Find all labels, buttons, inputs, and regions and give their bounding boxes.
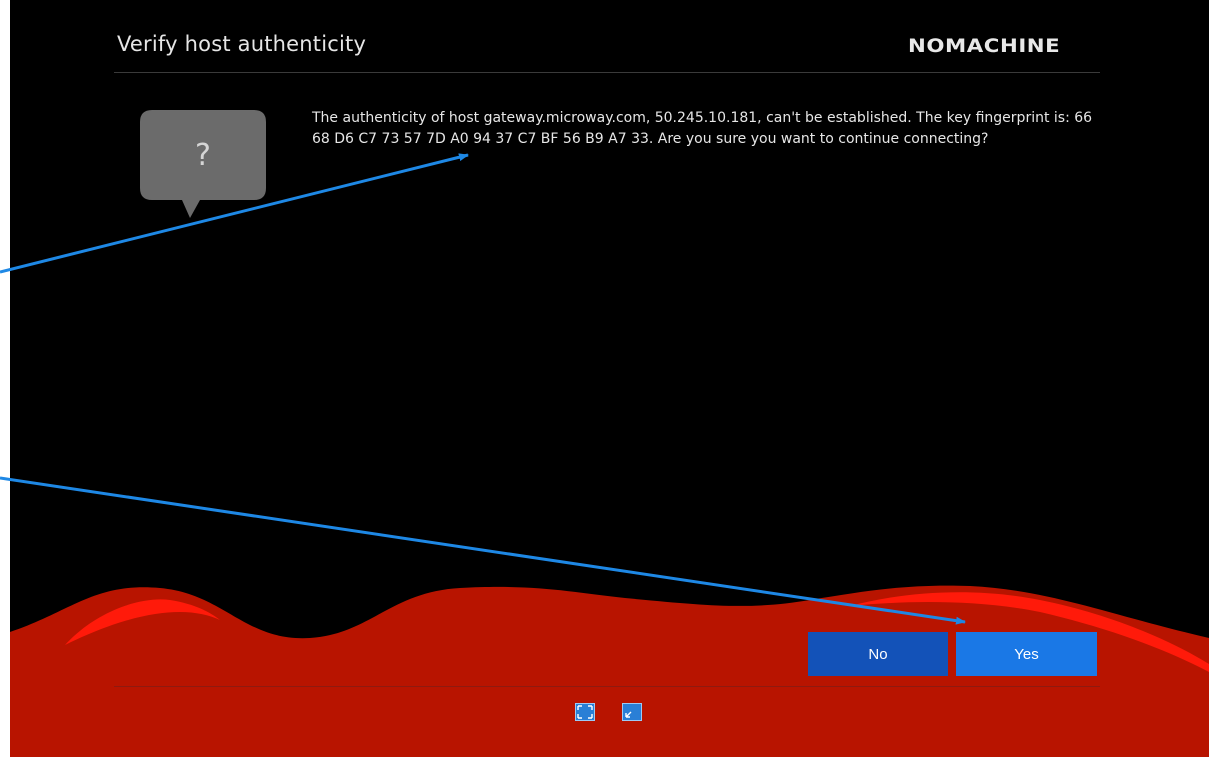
yes-button[interactable]: Yes: [956, 632, 1097, 676]
footer-divider: [114, 686, 1100, 687]
no-button[interactable]: No: [808, 632, 948, 676]
fullscreen-icon[interactable]: [575, 703, 595, 721]
nomachine-window: Verify host authenticity NOMACHINE ? The…: [10, 0, 1209, 757]
window-icon[interactable]: [622, 703, 642, 721]
